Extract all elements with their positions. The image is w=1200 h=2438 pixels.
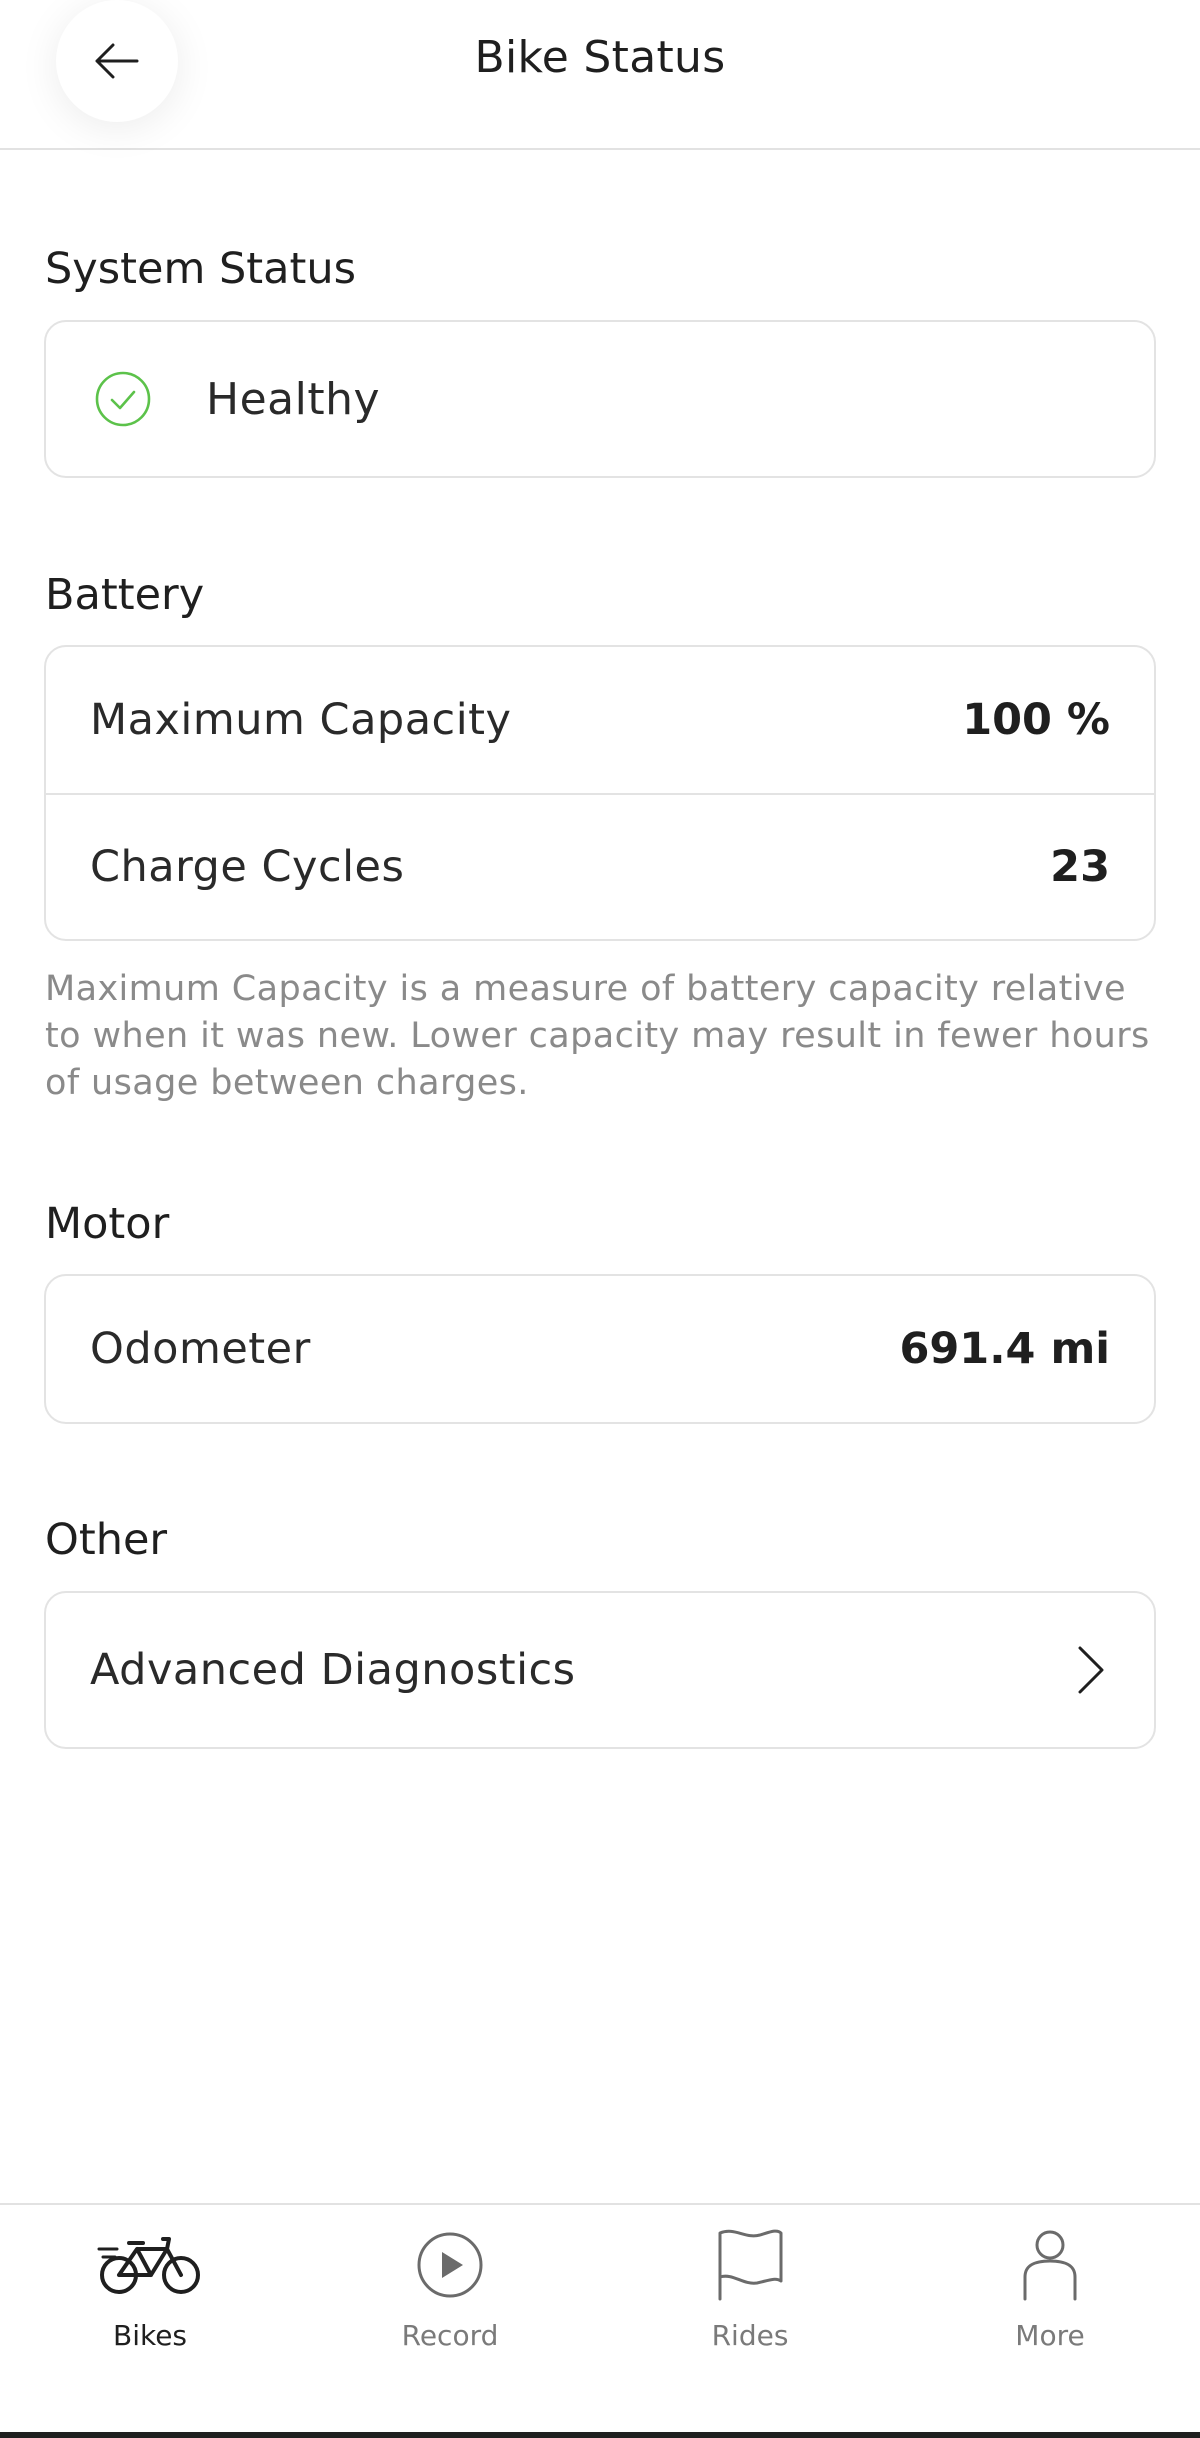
battery-card: Maximum Capacity 100 % Charge Cycles 23 xyxy=(44,645,1156,941)
battery-row-max-capacity: Maximum Capacity 100 % xyxy=(46,647,1154,793)
row-label: Odometer xyxy=(90,1324,311,1374)
battery-note: Maximum Capacity is a measure of battery… xyxy=(45,969,1150,1103)
motor-heading: Motor xyxy=(45,1199,170,1249)
other-card: Advanced Diagnostics xyxy=(44,1591,1156,1749)
bike-icon xyxy=(97,2237,200,2294)
tab-label: Rides xyxy=(711,2319,789,2352)
battery-row-charge-cycles: Charge Cycles 23 xyxy=(46,793,1154,939)
flag-icon xyxy=(718,2229,783,2301)
chevron-right-icon xyxy=(1078,1646,1104,1694)
tab-more[interactable]: More xyxy=(900,2205,1200,2438)
tab-rides[interactable]: Rides xyxy=(600,2205,900,2438)
status-label: Healthy xyxy=(206,373,381,425)
tab-record[interactable]: Record xyxy=(300,2205,600,2438)
row-value: 23 xyxy=(1050,842,1110,892)
check-circle-icon xyxy=(95,371,151,427)
motor-card: Odometer 691.4 mi xyxy=(44,1274,1156,1424)
tab-bikes[interactable]: Bikes xyxy=(0,2205,300,2438)
home-indicator xyxy=(0,2432,1200,2438)
bike-status-screen: Bike Status System Status Healthy Batter… xyxy=(0,0,1200,2438)
battery-heading: Battery xyxy=(45,570,205,620)
tab-label: Record xyxy=(401,2319,499,2352)
system-status-row: Healthy xyxy=(46,322,1154,476)
row-label: Maximum Capacity xyxy=(90,695,512,745)
system-status-heading: System Status xyxy=(45,244,357,294)
header-bar: Bike Status xyxy=(0,0,1200,150)
other-heading: Other xyxy=(45,1515,168,1565)
row-label: Charge Cycles xyxy=(90,842,405,892)
row-value: 691.4 mi xyxy=(899,1324,1110,1374)
page-title: Bike Status xyxy=(474,32,726,83)
bottom-tab-bar: Bikes Record Rides More xyxy=(0,2203,1200,2438)
tab-label: More xyxy=(1015,2319,1085,2352)
tab-label: Bikes xyxy=(112,2319,188,2352)
person-icon xyxy=(1023,2230,1077,2301)
play-circle-icon xyxy=(417,2232,483,2298)
motor-row-odometer: Odometer 691.4 mi xyxy=(46,1276,1154,1422)
system-status-card: Healthy xyxy=(44,320,1156,478)
row-label: Advanced Diagnostics xyxy=(90,1645,576,1695)
advanced-diagnostics-row[interactable]: Advanced Diagnostics xyxy=(46,1593,1154,1747)
row-value: 100 % xyxy=(962,695,1110,745)
